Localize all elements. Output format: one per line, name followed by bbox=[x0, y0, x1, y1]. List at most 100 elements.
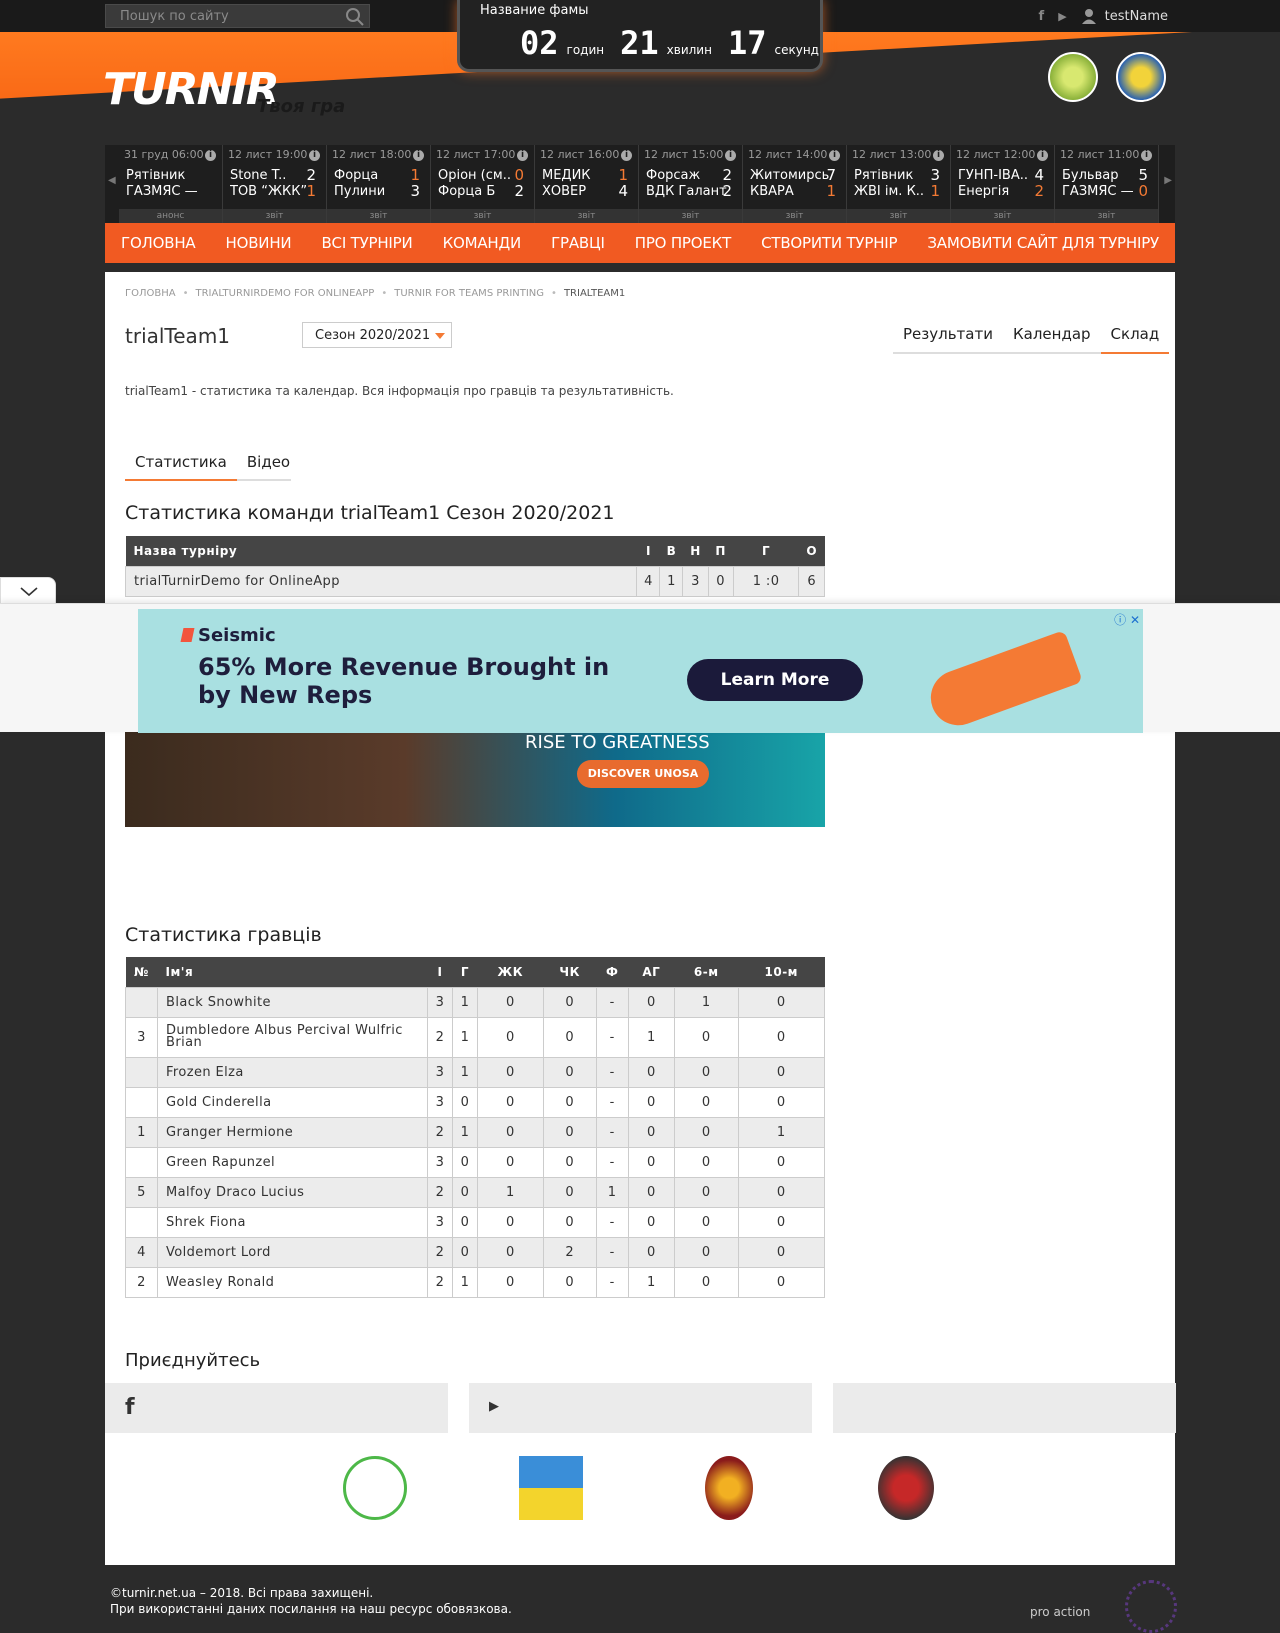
player-name[interactable]: Shrek Fiona bbox=[157, 1206, 428, 1238]
tab-video[interactable]: Відео bbox=[237, 447, 300, 479]
season-select[interactable]: Сезон 2020/2021 bbox=[302, 322, 452, 348]
breadcrumb-item[interactable]: ГОЛОВНА bbox=[125, 288, 176, 299]
federation-badge-green[interactable] bbox=[1048, 52, 1098, 102]
table-cell: 2 bbox=[427, 1266, 453, 1298]
match-report-link[interactable]: звіт bbox=[535, 209, 638, 223]
player-name[interactable]: Gold Cinderella bbox=[157, 1086, 428, 1118]
match-report-link[interactable]: анонс bbox=[119, 209, 222, 223]
partner-logo-shield[interactable] bbox=[705, 1456, 753, 1520]
match-card[interactable]: 12 лист 16:00 i МЕДИК ХОВЕР 1 4 звіт bbox=[535, 145, 639, 223]
partner-logo-flag[interactable] bbox=[519, 1456, 583, 1520]
match-card[interactable]: 12 лист 11:00 i Бульвар ГАЗМЯС —5 0 звіт bbox=[1055, 145, 1159, 223]
nav-item[interactable]: ВСІ ТУРНІРИ bbox=[321, 234, 412, 252]
top-right: f ▶ testName bbox=[1039, 6, 1168, 26]
tab-statistics[interactable]: Статистика bbox=[125, 447, 237, 481]
match-ticker: ◀ 31 груд 06:00 i Рятівник ГАЗМЯС — анонс 12 … bbox=[105, 145, 1175, 223]
ad-collapse-button[interactable] bbox=[0, 577, 56, 604]
youtube-icon[interactable]: ▶ bbox=[1058, 10, 1066, 23]
tab-calendar[interactable]: Календар bbox=[1003, 320, 1101, 352]
ad-close-icon[interactable]: ⓘ ✕ bbox=[1114, 611, 1140, 628]
partner-logo-green[interactable] bbox=[343, 1456, 407, 1520]
info-icon[interactable]: i bbox=[517, 150, 528, 161]
table-cell: 1 bbox=[451, 1116, 478, 1148]
facebook-icon[interactable]: f bbox=[1039, 9, 1045, 24]
tab-squad[interactable]: Склад bbox=[1100, 320, 1170, 354]
info-icon[interactable]: i bbox=[725, 150, 736, 161]
nav-item[interactable]: ЗАМОВИТИ САЙТ ДЛЯ ТУРНІРУ bbox=[927, 234, 1159, 252]
nav-item[interactable]: ПРО ПРОЕКТ bbox=[635, 234, 732, 252]
social-empty[interactable] bbox=[833, 1383, 1176, 1433]
social-facebook[interactable]: f bbox=[105, 1383, 448, 1433]
table-cell: 3 bbox=[125, 1016, 158, 1058]
nav-item[interactable]: СТВОРИТИ ТУРНІР bbox=[761, 234, 897, 252]
info-icon[interactable]: i bbox=[413, 150, 424, 161]
match-card[interactable]: 12 лист 19:00 i Stone T.. ТОВ “ЖКК” 2 1 звіт bbox=[223, 145, 327, 223]
column-header: ЧК bbox=[543, 957, 597, 987]
player-name[interactable]: Malfoy Draco Lucius bbox=[157, 1176, 428, 1208]
countdown-timer: Название фамы 02 годин 21 хвилин 17 секу… bbox=[457, 0, 823, 72]
search-box bbox=[105, 4, 370, 28]
site-logo[interactable]: TURNIR Твоя гра bbox=[103, 50, 353, 120]
match-card[interactable]: 12 лист 18:00 i Форца Пулини 1 3 звіт bbox=[327, 145, 431, 223]
match-report-link[interactable]: звіт bbox=[639, 209, 742, 223]
search-icon[interactable] bbox=[345, 7, 365, 27]
nav-item[interactable]: НОВИНИ bbox=[226, 234, 292, 252]
table-cell: 2 bbox=[542, 1236, 597, 1268]
player-name[interactable]: Voldemort Lord bbox=[157, 1236, 428, 1268]
inline-ad[interactable]: RISE TO GREATNESS DISCOVER UNOSA bbox=[125, 732, 825, 827]
player-name[interactable]: Black Snowhite bbox=[157, 986, 428, 1018]
breadcrumb-item[interactable]: TRIALTURNIRDEMO FOR ONLINEAPP bbox=[196, 288, 375, 299]
nav-item[interactable]: КОМАНДИ bbox=[443, 234, 522, 252]
table-cell: 0 bbox=[673, 1176, 739, 1208]
federation-badge-blue[interactable] bbox=[1116, 52, 1166, 102]
match-report-link[interactable]: звіт bbox=[743, 209, 846, 223]
match-date: 12 лист 12:00 bbox=[956, 148, 1036, 161]
team-description: trialTeam1 - статистика та календар. Вся… bbox=[125, 384, 674, 398]
ticker-prev-icon[interactable]: ◀ bbox=[108, 175, 116, 186]
table-cell: - bbox=[595, 1266, 629, 1298]
match-card[interactable]: 12 лист 17:00 i Оріон (см.. Форца Б 0 2 звіт bbox=[431, 145, 535, 223]
match-report-link[interactable]: звіт bbox=[431, 209, 534, 223]
breadcrumb-item[interactable]: TURNIR FOR TEAMS PRINTING bbox=[394, 288, 544, 299]
player-name[interactable]: Frozen Elza bbox=[157, 1056, 428, 1088]
info-icon[interactable]: i bbox=[1141, 150, 1152, 161]
nav-item[interactable]: ГРАВЦІ bbox=[551, 234, 605, 252]
social-youtube[interactable]: ▶ bbox=[469, 1383, 812, 1433]
match-report-link[interactable]: звіт bbox=[847, 209, 950, 223]
info-icon[interactable]: i bbox=[621, 150, 632, 161]
player-name[interactable]: Weasley Ronald bbox=[157, 1266, 428, 1298]
match-score-away: 4 bbox=[618, 182, 628, 200]
table-cell: 1 bbox=[627, 1016, 675, 1058]
info-icon[interactable]: i bbox=[205, 150, 216, 161]
table-cell: 0 bbox=[476, 1116, 544, 1148]
tab-results[interactable]: Результати bbox=[893, 320, 1003, 352]
player-name[interactable]: Dumbledore Albus Percival Wulfric Brian bbox=[157, 1016, 428, 1058]
player-name[interactable]: Granger Hermione bbox=[157, 1116, 428, 1148]
table-cell: 0 bbox=[451, 1206, 478, 1238]
ad-cta-button[interactable]: Learn More bbox=[687, 659, 863, 701]
search-input[interactable] bbox=[106, 5, 341, 27]
overlay-ad[interactable]: Seismic 65% More Revenue Brought in by N… bbox=[138, 609, 1143, 733]
nav-item[interactable]: ГОЛОВНА bbox=[121, 234, 196, 252]
inline-ad-button[interactable]: DISCOVER UNOSA bbox=[577, 760, 709, 788]
info-icon[interactable]: i bbox=[829, 150, 840, 161]
info-icon[interactable]: i bbox=[1037, 150, 1048, 161]
footer-brand[interactable]: pro action bbox=[1030, 1605, 1090, 1619]
partner-logo-fist[interactable] bbox=[878, 1456, 934, 1520]
ticker-next-icon[interactable]: ▶ bbox=[1164, 175, 1172, 186]
match-card[interactable]: 12 лист 12:00 i ГУНП-ІВА.. Енергія 4 2 звіт bbox=[951, 145, 1055, 223]
user-menu[interactable]: testName bbox=[1081, 8, 1168, 24]
match-card[interactable]: 12 лист 15:00 i Форсаж ВДК Галант 2 2 звіт bbox=[639, 145, 743, 223]
player-name[interactable]: Green Rapunzel bbox=[157, 1146, 428, 1178]
match-report-link[interactable]: звіт bbox=[1055, 209, 1158, 223]
match-card[interactable]: 12 лист 13:00 i Рятівник ЖВІ ім. К.. 3 1 звіт bbox=[847, 145, 951, 223]
info-icon[interactable]: i bbox=[309, 150, 320, 161]
match-report-link[interactable]: звіт bbox=[223, 209, 326, 223]
match-report-link[interactable]: звіт bbox=[327, 209, 430, 223]
match-report-link[interactable]: звіт bbox=[951, 209, 1054, 223]
match-card[interactable]: 31 груд 06:00 i Рятівник ГАЗМЯС — анонс bbox=[119, 145, 223, 223]
table-cell: 3 bbox=[427, 1206, 453, 1238]
match-card[interactable]: 12 лист 14:00 i Житомирсь КВАРА 7 1 звіт bbox=[743, 145, 847, 223]
info-icon[interactable]: i bbox=[933, 150, 944, 161]
table-cell: 0 bbox=[737, 986, 825, 1018]
